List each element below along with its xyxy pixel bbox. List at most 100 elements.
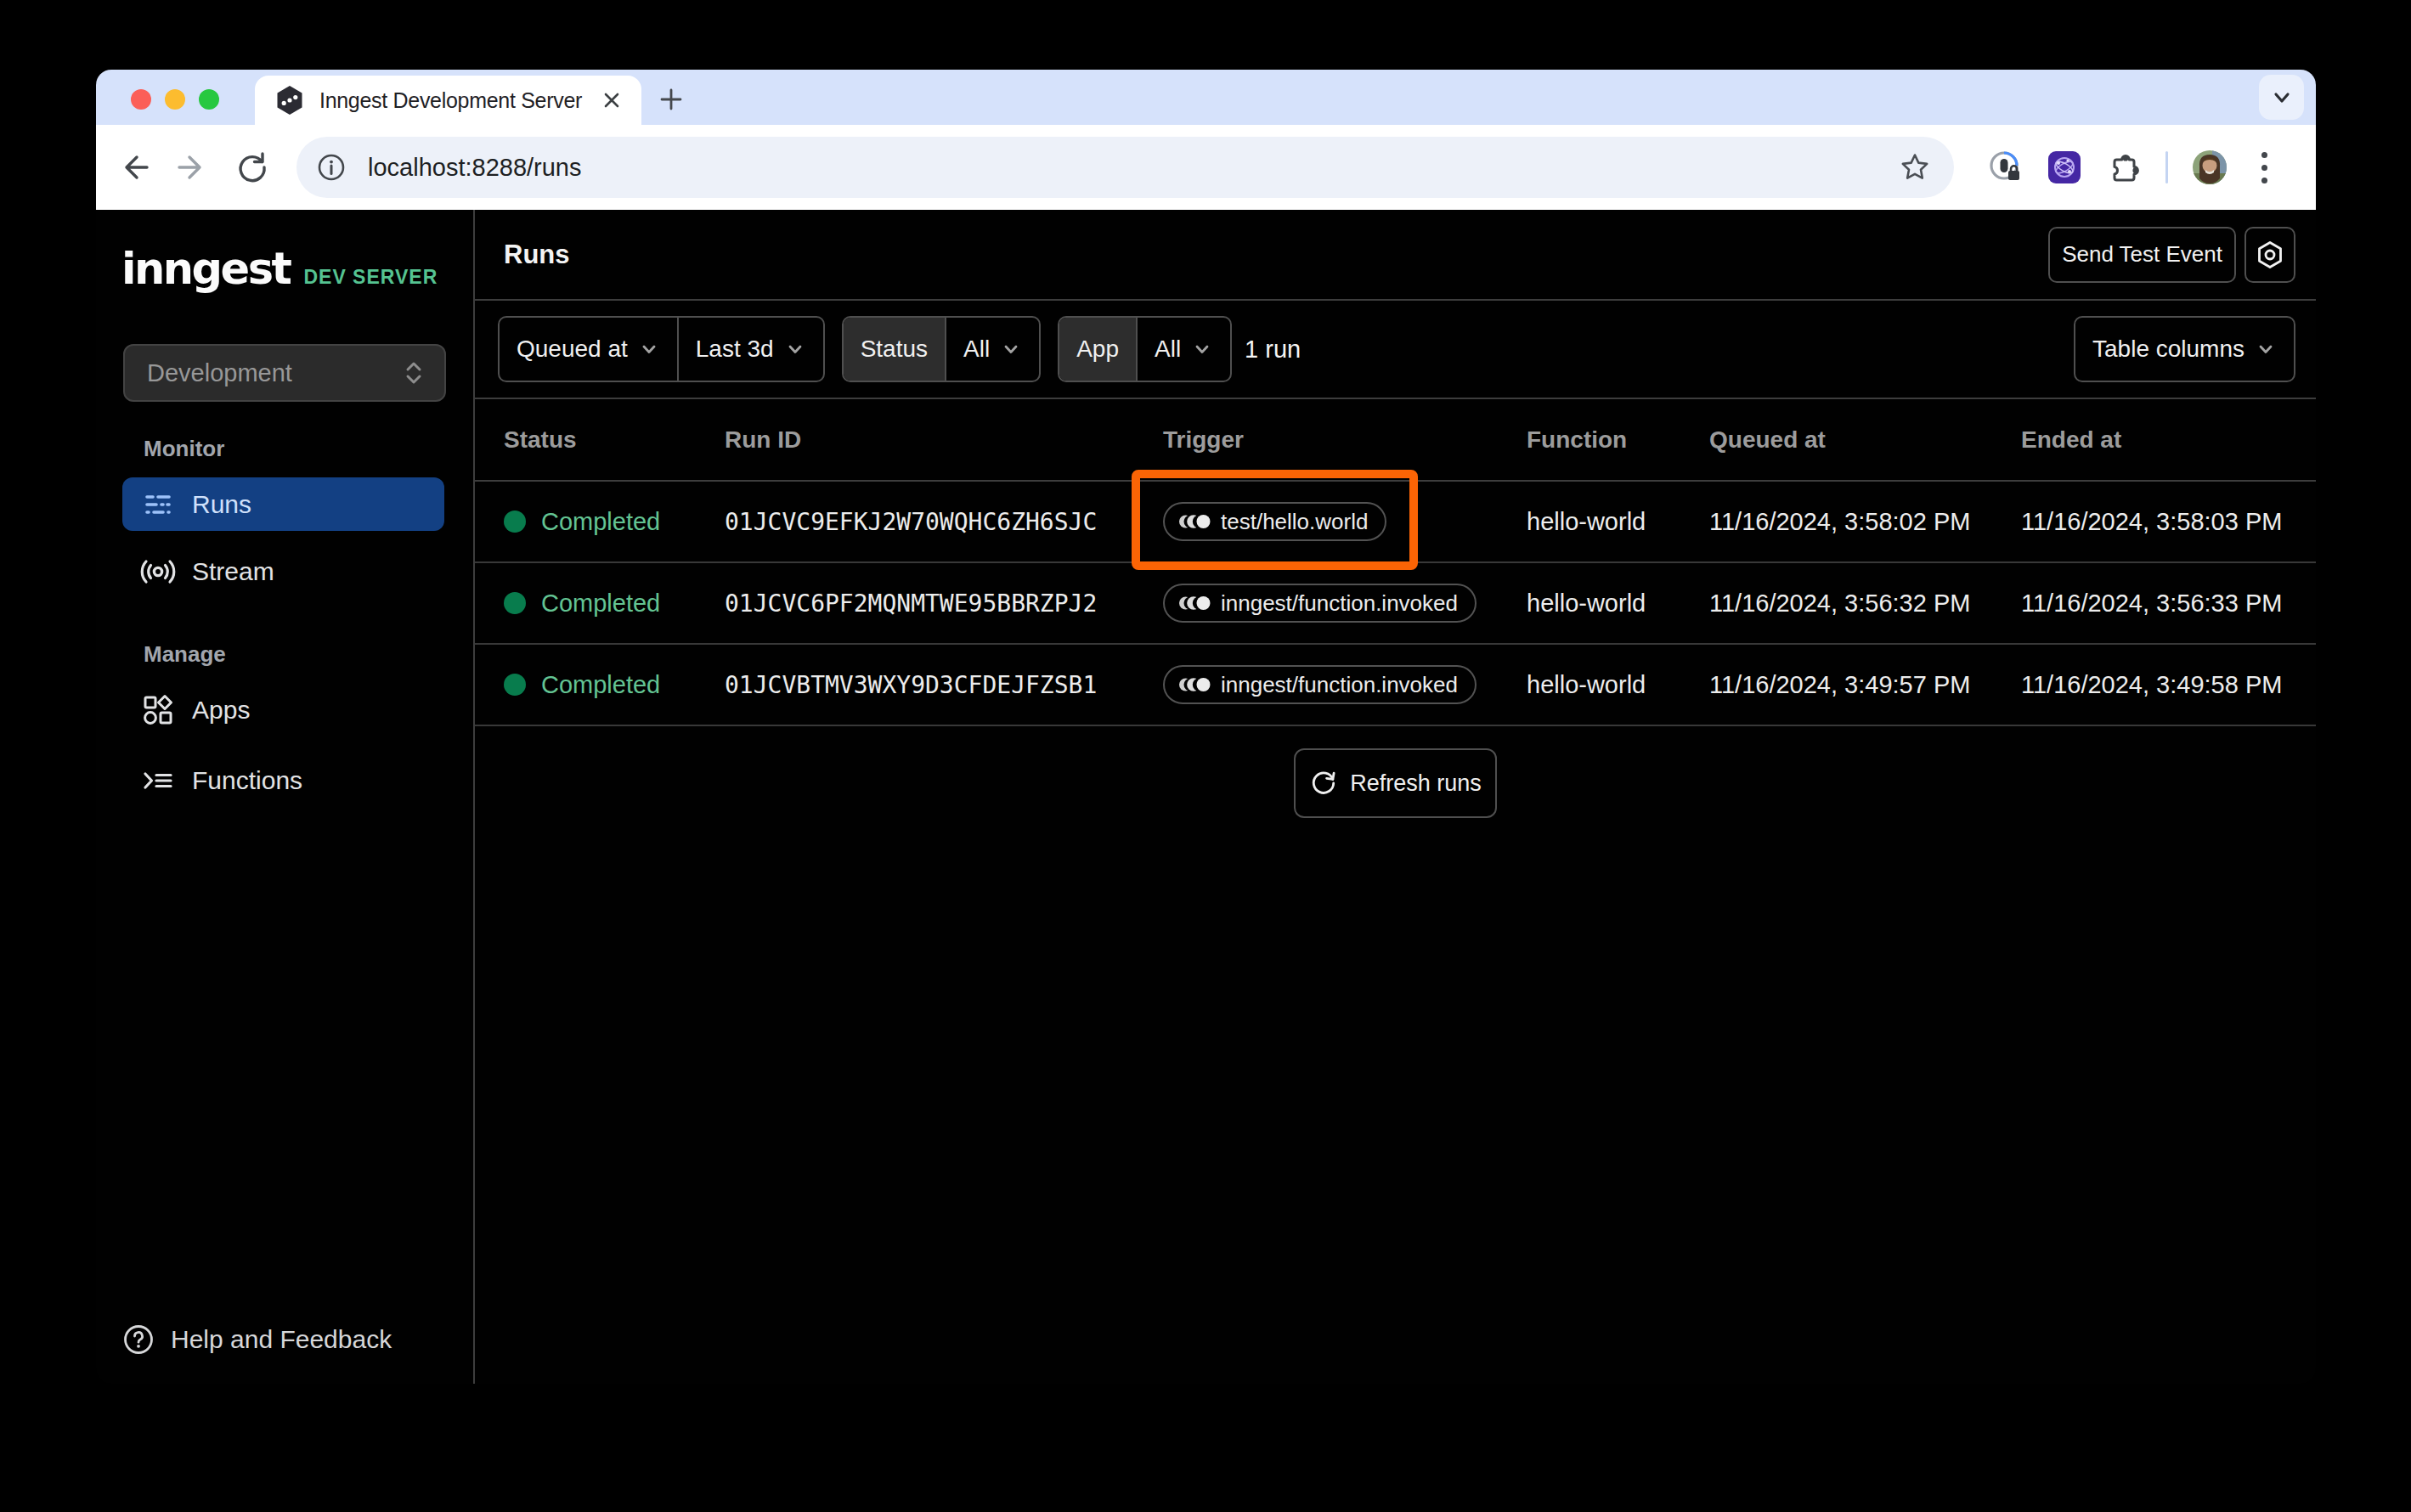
purple-extension-icon[interactable] <box>2047 150 2082 185</box>
refresh-icon <box>1309 769 1338 798</box>
trigger-badge[interactable]: test/hello.world <box>1163 502 1386 541</box>
section-label-monitor: Monitor <box>144 436 224 462</box>
toolbar-divider <box>2165 151 2168 183</box>
new-tab-button[interactable] <box>657 85 686 114</box>
time-filter-group: Queued at Last 3d <box>498 316 825 382</box>
back-arrow-icon <box>115 149 152 186</box>
table-row[interactable]: Completed 01JCVBTMV3WXY9D3CFDEJFZSB1 inn… <box>475 645 2316 726</box>
refresh-label: Refresh runs <box>1350 770 1482 797</box>
sidebar-item-label: Apps <box>192 696 250 725</box>
time-field-dropdown[interactable]: Queued at <box>500 318 677 381</box>
chevron-down-icon <box>1000 338 1022 360</box>
environment-value: Development <box>147 359 402 387</box>
profile-avatar[interactable] <box>2192 150 2227 185</box>
status-cell: Completed <box>504 671 725 699</box>
filter-bar: Queued at Last 3d Status All <box>475 301 2316 399</box>
status-cell: Completed <box>504 508 725 536</box>
gear-icon <box>2254 239 2286 271</box>
ended-at-cell: 11/16/2024, 3:56:33 PM <box>2021 590 2316 618</box>
dropdown-value: All <box>963 336 990 363</box>
chevron-down-icon <box>638 338 660 360</box>
page-title: Runs <box>504 240 570 270</box>
queued-at-cell: 11/16/2024, 3:49:57 PM <box>1709 671 2021 699</box>
minimize-window-button[interactable] <box>165 89 185 110</box>
inngest-wordmark: inngest <box>121 247 290 291</box>
table-row[interactable]: Completed 01JCVC6PF2MQNMTWE95BBRZPJ2 inn… <box>475 563 2316 645</box>
chevron-down-icon <box>784 338 806 360</box>
trigger-cell: inngest/function.invoked <box>1163 665 1527 704</box>
extensions-puzzle-icon[interactable] <box>2106 150 2142 185</box>
site-info-icon[interactable] <box>315 151 347 183</box>
refresh-runs-button[interactable]: Refresh runs <box>1294 748 1497 818</box>
table-columns-dropdown[interactable]: Table columns <box>2074 316 2295 382</box>
password-manager-extension-icon[interactable] <box>1987 150 2023 185</box>
browser-tab[interactable]: Inngest Development Server <box>255 76 641 125</box>
reload-button[interactable] <box>229 144 276 191</box>
column-header-queued-at: Queued at <box>1709 426 2021 454</box>
dropdown-value: Queued at <box>517 336 628 363</box>
browser-window: Inngest Development Server <box>96 70 2316 1384</box>
app-filter-group: App All <box>1058 316 1232 382</box>
status-label: Completed <box>541 590 660 618</box>
tab-title: Inngest Development Server <box>319 88 590 113</box>
status-label: Completed <box>541 508 660 536</box>
close-window-button[interactable] <box>131 89 151 110</box>
tab-close-icon[interactable] <box>597 86 626 115</box>
app-filter-dropdown[interactable]: All <box>1136 318 1230 381</box>
inngest-favicon-icon <box>274 84 306 116</box>
status-filter-group: Status All <box>842 316 1042 382</box>
bookmark-star-icon[interactable] <box>1898 150 1932 184</box>
table-row[interactable]: Completed 01JCVC9EFKJ2W70WQHC6ZH6SJC tes… <box>475 482 2316 563</box>
runs-icon <box>139 487 177 522</box>
ended-at-cell: 11/16/2024, 3:58:03 PM <box>2021 508 2316 536</box>
table-header: Status Run ID Trigger Function Queued at… <box>475 399 2316 482</box>
status-filter-dropdown[interactable]: All <box>945 318 1039 381</box>
functions-icon <box>139 763 177 798</box>
url-text[interactable]: localhost:8288/runs <box>368 154 1898 182</box>
event-icon <box>1178 512 1211 531</box>
dev-server-badge: DEV SERVER <box>303 266 438 289</box>
status-label: Completed <box>541 671 660 699</box>
time-range-dropdown[interactable]: Last 3d <box>677 318 823 381</box>
sidebar-item-functions[interactable]: Functions <box>122 753 444 807</box>
run-id-cell: 01JCVBTMV3WXY9D3CFDEJFZSB1 <box>725 671 1163 699</box>
function-cell: hello-world <box>1527 671 1709 699</box>
sidebar-item-label: Functions <box>192 766 302 795</box>
forward-button[interactable] <box>169 144 217 191</box>
help-label: Help and Feedback <box>171 1325 392 1354</box>
column-header-trigger: Trigger <box>1163 426 1527 454</box>
help-and-feedback[interactable]: Help and Feedback <box>121 1323 392 1357</box>
app-filter-label: App <box>1059 318 1136 381</box>
back-button[interactable] <box>110 144 157 191</box>
event-icon <box>1178 675 1211 694</box>
sidebar-item-stream[interactable]: Stream <box>122 544 444 598</box>
select-chevrons-icon <box>402 358 426 388</box>
forward-arrow-icon <box>174 149 212 186</box>
sidebar-item-apps[interactable]: Apps <box>122 683 444 736</box>
trigger-badge[interactable]: inngest/function.invoked <box>1163 584 1477 623</box>
browser-menu-icon[interactable] <box>2261 152 2267 183</box>
sidebar-item-label: Runs <box>192 490 251 519</box>
trigger-badge[interactable]: inngest/function.invoked <box>1163 665 1477 704</box>
environment-select[interactable]: Development <box>123 344 446 402</box>
run-id-cell: 01JCVC9EFKJ2W70WQHC6ZH6SJC <box>725 508 1163 536</box>
column-header-run-id: Run ID <box>725 426 1163 454</box>
function-cell: hello-world <box>1527 508 1709 536</box>
run-count: 1 run <box>1245 336 1301 364</box>
url-bar[interactable]: localhost:8288/runs <box>296 137 1954 198</box>
dropdown-value: All <box>1155 336 1181 363</box>
logo: inngest DEV SERVER <box>121 247 438 291</box>
trigger-label: test/hello.world <box>1221 509 1368 535</box>
browser-toolbar: localhost:8288/runs <box>96 125 2316 210</box>
trigger-cell: inngest/function.invoked <box>1163 584 1527 623</box>
column-header-status: Status <box>504 426 725 454</box>
tab-search-chevron-button[interactable] <box>2259 75 2304 120</box>
chevron-down-icon <box>1191 338 1213 360</box>
stream-icon <box>139 554 177 590</box>
ended-at-cell: 11/16/2024, 3:49:58 PM <box>2021 671 2316 699</box>
sidebar-item-runs[interactable]: Runs <box>122 477 444 531</box>
send-test-event-button[interactable]: Send Test Event <box>2048 227 2236 283</box>
zoom-window-button[interactable] <box>199 89 219 110</box>
settings-button[interactable] <box>2244 227 2295 283</box>
chevron-down-icon <box>2269 85 2295 110</box>
